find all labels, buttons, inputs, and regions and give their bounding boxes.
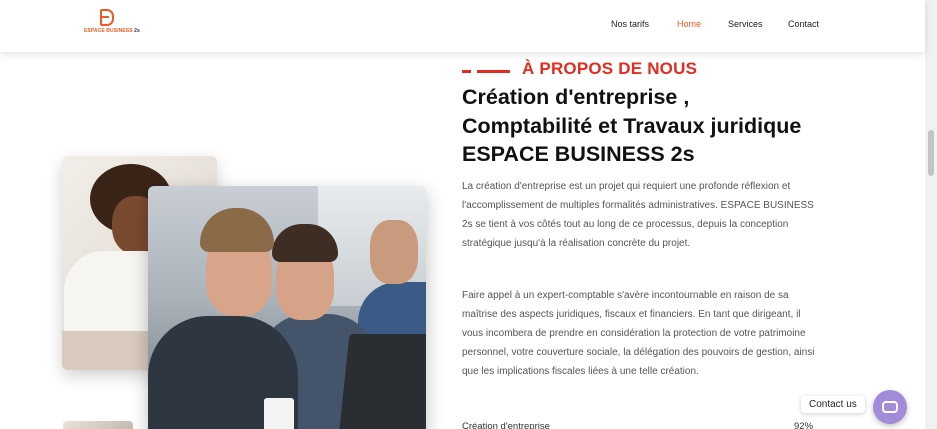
chat-icon <box>882 401 898 413</box>
team-laptop-photo <box>148 186 426 429</box>
eyebrow-text: À PROPOS DE NOUS <box>522 59 698 78</box>
eyebrow-dash <box>462 70 471 73</box>
skill-percent: 92% <box>794 421 814 429</box>
small-photo <box>63 421 133 429</box>
site-header: ESPACE BUSINESS 2s Nos tarifs Home Servi… <box>0 0 925 52</box>
contact-chat-button[interactable] <box>873 390 907 424</box>
about-paragraph-1: La création d'entreprise est un projet q… <box>462 181 814 249</box>
nav-link-services[interactable]: Services <box>728 19 763 29</box>
eyebrow-line <box>477 70 510 73</box>
nav-link-home[interactable]: Home <box>677 19 701 29</box>
page-scrollbar[interactable] <box>925 0 937 429</box>
main-nav: Nos tarifs Home Services Contact <box>0 19 925 33</box>
about-paragraph-2: Faire appel à un expert-comptable s'avèr… <box>462 290 815 377</box>
nav-link-nos-tarifs[interactable]: Nos tarifs <box>611 19 649 29</box>
scrollbar-thumb[interactable] <box>928 130 934 176</box>
nav-link-contact[interactable]: Contact <box>788 19 819 29</box>
section-title: Création d'entreprise , Comptabilité et … <box>462 85 802 166</box>
contact-us-label[interactable]: Contact us <box>801 396 865 413</box>
skill-label: Création d'entreprise <box>462 421 550 429</box>
